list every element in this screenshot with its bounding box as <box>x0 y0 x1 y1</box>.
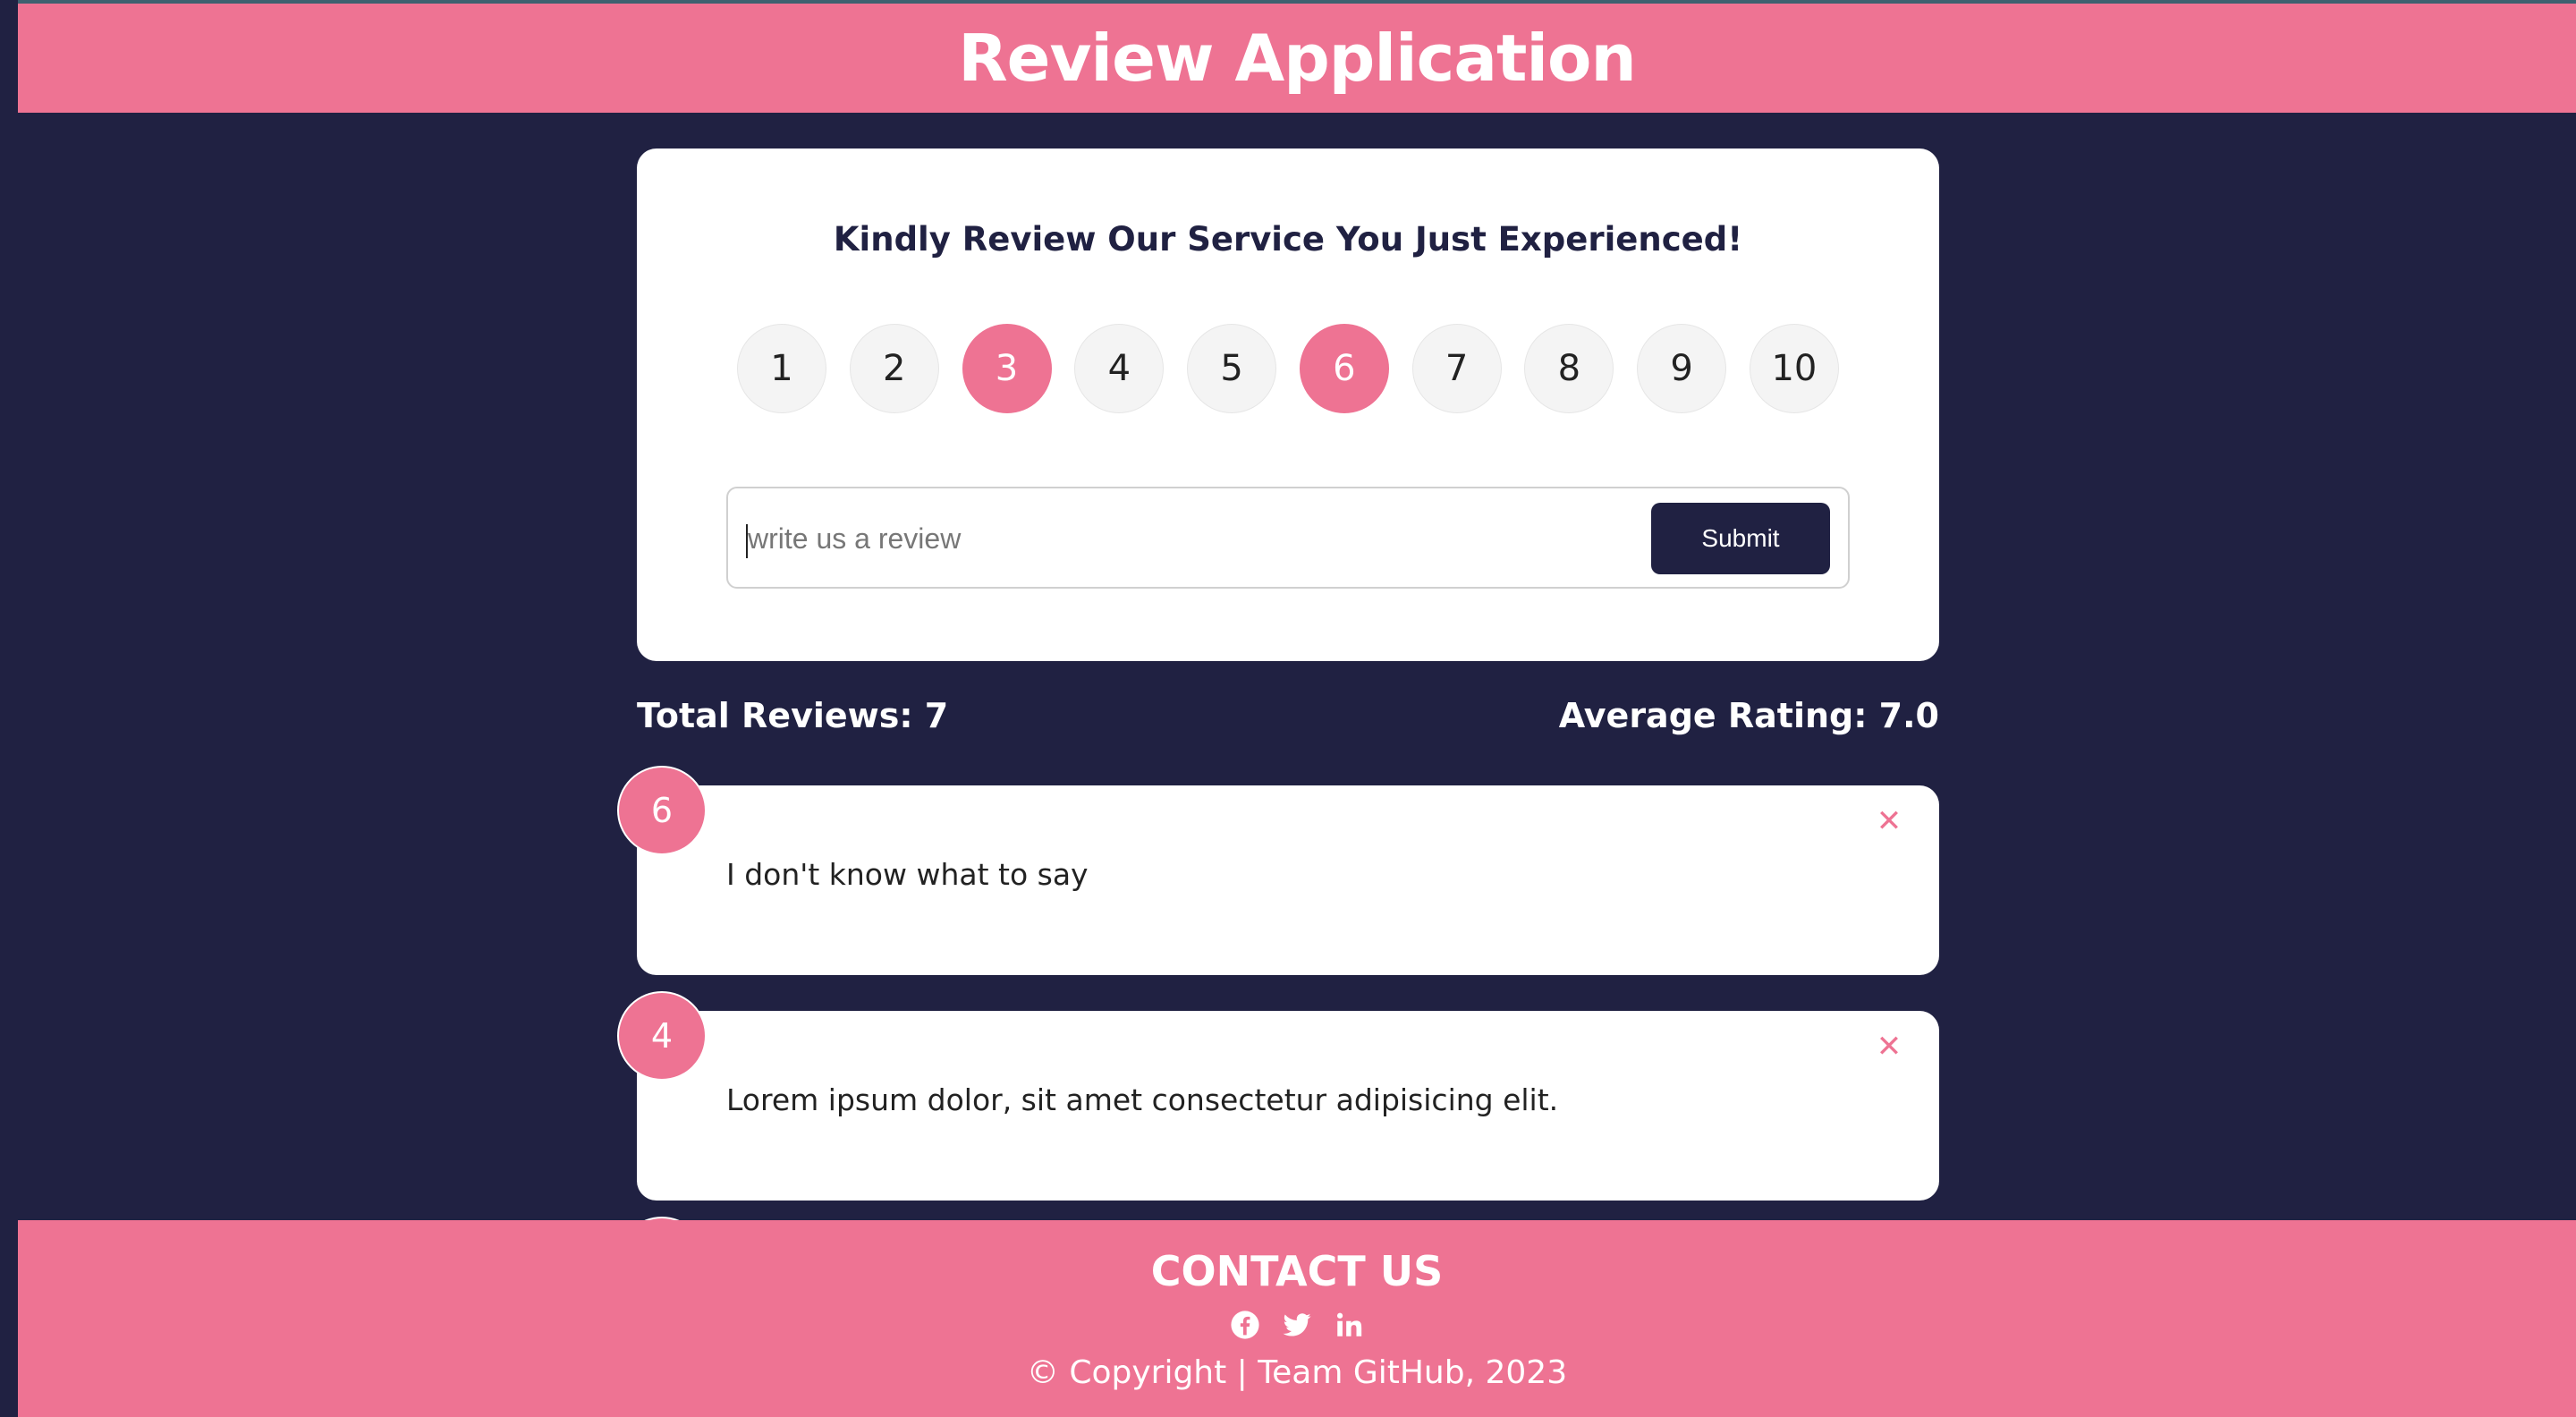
rating-option-1[interactable]: 1 <box>737 324 826 413</box>
app-header: Review Application <box>18 4 2576 113</box>
linkedin-icon[interactable] <box>1334 1310 1364 1340</box>
review-input[interactable] <box>746 508 1644 569</box>
rating-option-7[interactable]: 7 <box>1411 324 1502 413</box>
total-reviews: Total Reviews: 7 <box>637 696 949 735</box>
rating-option-10[interactable]: 10 <box>1749 324 1839 413</box>
contact-title: CONTACT US <box>1150 1247 1444 1295</box>
delete-review-close-icon[interactable]: ✕ <box>1871 1029 1907 1065</box>
facebook-icon[interactable] <box>1230 1310 1260 1340</box>
review-form: Submit <box>726 487 1850 589</box>
text-caret <box>746 524 748 558</box>
twitter-icon[interactable] <box>1282 1310 1312 1340</box>
review-rating-badge: 6 <box>617 766 707 855</box>
page-left-edge <box>0 0 18 1417</box>
review-rating-badge: 4 <box>617 991 707 1081</box>
rating-option-2[interactable]: 2 <box>849 324 939 413</box>
rating-option-6[interactable]: 6 <box>1299 324 1389 413</box>
rating-option-4[interactable]: 4 <box>1074 324 1165 413</box>
copyright-text: © Copyright | Team GitHub, 2023 <box>1026 1354 1568 1391</box>
footer: CONTACT US © Copyright | Team GitHub, 20… <box>18 1220 2576 1417</box>
app-title: Review Application <box>958 21 1637 96</box>
review-text: I don't know what to say <box>726 857 1089 892</box>
review-card: Kindly Review Our Service You Just Exper… <box>637 148 1939 661</box>
social-links <box>18 1310 2576 1340</box>
rating-option-5[interactable]: 5 <box>1187 324 1277 413</box>
card-title: Kindly Review Our Service You Just Exper… <box>833 220 1743 259</box>
rating-option-9[interactable]: 9 <box>1637 324 1727 413</box>
average-rating: Average Rating: 7.0 <box>1558 696 1939 735</box>
review-text: Lorem ipsum dolor, sit amet consectetur … <box>726 1082 1559 1117</box>
review-item: 6 I don't know what to say ✕ <box>617 766 1939 975</box>
rating-option-8[interactable]: 8 <box>1524 324 1614 413</box>
rating-options: 1 2 3 4 5 6 7 8 9 10 <box>737 324 1839 413</box>
delete-review-close-icon[interactable]: ✕ <box>1871 803 1907 839</box>
submit-button[interactable]: Submit <box>1651 503 1830 574</box>
review-item: 4 Lorem ipsum dolor, sit amet consectetu… <box>617 991 1939 1201</box>
rating-option-3[interactable]: 3 <box>962 324 1052 413</box>
